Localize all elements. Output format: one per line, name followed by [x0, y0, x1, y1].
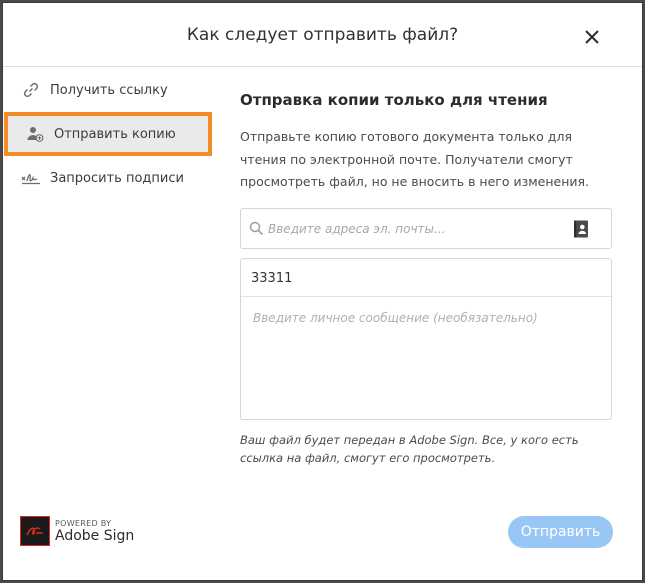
- panel-heading: Отправка копии только для чтения: [240, 91, 548, 109]
- signature-icon: [21, 168, 41, 188]
- adobe-sign-branding: POWERED BY Adobe Sign: [20, 516, 134, 546]
- email-input[interactable]: Введите адреса эл. почты...: [240, 208, 612, 249]
- panel-description: Отправьте копию готового документа тольк…: [240, 129, 590, 189]
- add-user-icon: [25, 124, 45, 144]
- email-placeholder: Введите адреса эл. почты...: [268, 222, 446, 236]
- powered-by-label: POWERED BY: [55, 518, 112, 528]
- sidebar: Получить ссылку Отправить копию Запросит…: [3, 68, 213, 200]
- message-box[interactable]: 33311 Введите личное сообщение (необязат…: [240, 258, 612, 420]
- message-field[interactable]: Введите личное сообщение (необязательно): [241, 297, 611, 339]
- send-button[interactable]: Отправить: [508, 516, 613, 548]
- link-icon: [21, 80, 41, 100]
- sidebar-item-send-copy[interactable]: Отправить копию: [4, 112, 212, 156]
- close-icon: [585, 30, 599, 44]
- dialog-header: Как следует отправить файл?: [3, 3, 642, 67]
- sidebar-item-get-link[interactable]: Получить ссылку: [3, 68, 213, 112]
- sidebar-item-label: Запросить подписи: [50, 170, 184, 186]
- share-dialog: Как следует отправить файл? Получить ссы…: [2, 2, 643, 581]
- product-name: Adobe Sign: [55, 527, 135, 544]
- adobe-sign-logo-icon: [20, 516, 50, 546]
- sidebar-item-label: Получить ссылку: [50, 82, 168, 98]
- search-icon: [249, 221, 264, 240]
- close-button[interactable]: [582, 27, 602, 47]
- sidebar-item-label: Отправить копию: [54, 126, 176, 142]
- sidebar-item-request-signatures[interactable]: Запросить подписи: [3, 156, 213, 200]
- dialog-title: Как следует отправить файл?: [186, 25, 459, 45]
- address-book-icon[interactable]: [573, 220, 589, 242]
- send-copy-panel: Отправка копии только для чтения Отправь…: [240, 91, 612, 194]
- sharing-note: Ваш файл будет передан в Adobe Sign. Все…: [240, 433, 579, 465]
- subject-field[interactable]: 33311: [241, 259, 611, 297]
